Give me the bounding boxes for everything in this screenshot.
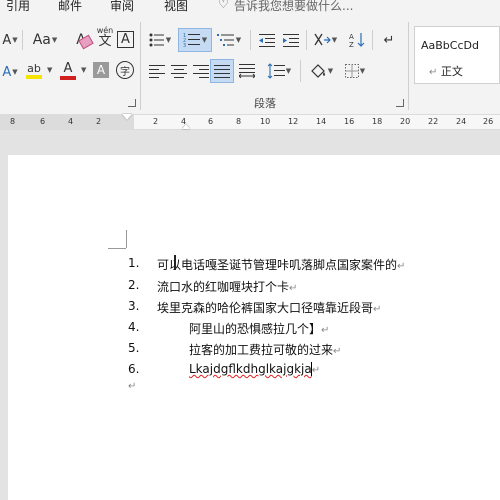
line-spacing-icon xyxy=(267,63,285,79)
highlighter-icon: ab xyxy=(27,62,41,75)
svg-text:Z: Z xyxy=(349,41,354,48)
font-color-icon: A xyxy=(63,61,73,76)
svg-text:3: 3 xyxy=(183,43,186,48)
margin-corner-mark xyxy=(126,230,127,248)
numbering-icon: 123 xyxy=(183,33,200,48)
align-left-button[interactable] xyxy=(146,60,168,82)
style-normal-card[interactable]: AaBbCcDd ↵ 正文 xyxy=(414,26,500,84)
sort-icon: AZ xyxy=(349,33,365,48)
phonetic-guide-button[interactable]: wén 文 xyxy=(94,26,116,50)
tell-me-search[interactable]: 告诉我您想要做什么... xyxy=(234,0,353,14)
paragraph-dialog-launcher[interactable] xyxy=(396,99,404,107)
paint-bucket-icon xyxy=(310,64,325,78)
list-item-text[interactable]: Lkajdgflkdhglkajgkja↵ xyxy=(189,362,320,376)
list-item[interactable]: 6. xyxy=(128,362,139,376)
align-center-button[interactable] xyxy=(168,60,190,82)
change-case-icon: Aa xyxy=(32,32,51,48)
tab-review[interactable]: 审阅 xyxy=(110,0,134,14)
borders-icon xyxy=(344,64,359,78)
list-item-text[interactable]: 埃里克森的哈伦裤国家大口径嘻靠近段哥↵ xyxy=(157,299,381,316)
justify-button[interactable] xyxy=(210,59,234,83)
highlight-button[interactable]: ab xyxy=(22,60,46,82)
text-caret xyxy=(311,362,312,376)
change-case-button[interactable]: Aa ▼ xyxy=(28,30,62,50)
paragraph-group-label: 段落 xyxy=(254,97,276,110)
increase-indent-icon xyxy=(283,34,299,47)
enclose-characters-button[interactable]: 字 xyxy=(116,61,134,79)
increase-indent-button[interactable] xyxy=(280,30,302,50)
list-item-text[interactable]: 可以电话嘎圣诞节管理咔叽落脚点国家案件的↵ xyxy=(157,256,405,273)
menu-bar: 引用 邮件 审阅 视图 ♡ 告诉我您想要做什么... xyxy=(0,0,500,14)
tab-view[interactable]: 视图 xyxy=(164,0,188,14)
character-border-button[interactable]: A xyxy=(117,31,134,48)
list-item[interactable]: 5. xyxy=(128,341,139,355)
multilevel-list-icon xyxy=(216,34,234,46)
sort-button[interactable]: AZ xyxy=(346,30,368,50)
lightbulb-icon: ♡ xyxy=(218,0,229,11)
borders-button[interactable]: ▼ xyxy=(340,60,370,82)
first-line-indent-marker[interactable] xyxy=(122,114,132,120)
list-item[interactable]: 4. xyxy=(128,320,139,334)
list-item-text[interactable]: 流口水的红咖喱块打个卡↵ xyxy=(157,278,297,295)
show-hide-marks-button[interactable]: ↵ xyxy=(378,30,400,50)
list-item[interactable]: 1. xyxy=(128,256,139,270)
chinese-layout-icon xyxy=(314,33,331,46)
clear-formatting-icon: A xyxy=(76,32,94,50)
align-center-icon xyxy=(171,64,187,78)
list-item[interactable]: 3. xyxy=(128,299,139,313)
tab-mailings[interactable]: 邮件 xyxy=(58,0,82,14)
paragraph-mark-icon: ↵ xyxy=(383,32,395,48)
align-left-icon xyxy=(149,64,165,78)
svg-text:A: A xyxy=(349,33,354,41)
empty-paragraph-mark: ↵ xyxy=(128,381,137,392)
multilevel-list-button[interactable]: ▼ xyxy=(214,30,244,50)
hanging-indent-marker[interactable] xyxy=(182,124,190,129)
bullets-button[interactable]: ▼ xyxy=(146,30,174,50)
justify-icon xyxy=(214,64,230,78)
tab-references[interactable]: 引用 xyxy=(6,0,30,14)
bullets-icon xyxy=(149,33,164,47)
mouse-i-beam-cursor xyxy=(174,255,176,270)
align-right-icon xyxy=(193,64,209,78)
horizontal-ruler[interactable]: 8 6 4 2 2 4 6 8 10 12 14 16 18 20 22 24 … xyxy=(0,114,500,130)
shading-button[interactable]: ▼ xyxy=(306,60,336,82)
clear-formatting-button[interactable]: A xyxy=(70,30,94,50)
align-right-button[interactable] xyxy=(190,60,212,82)
decrease-indent-icon xyxy=(259,34,275,47)
list-item-text[interactable]: 阿里山的恐惧感拉几个】↵ xyxy=(189,320,329,337)
font-dialog-launcher[interactable] xyxy=(128,99,136,107)
distributed-button[interactable] xyxy=(236,60,258,82)
chinese-layout-button[interactable]: ▼ xyxy=(310,30,340,50)
margin-corner-mark xyxy=(108,248,126,249)
font-size-decrease-button[interactable]: A ▼ xyxy=(0,30,20,50)
line-spacing-button[interactable]: ▼ xyxy=(264,60,294,82)
character-shading-button[interactable]: A xyxy=(93,62,109,78)
font-color-button[interactable]: A xyxy=(58,60,78,82)
distributed-icon xyxy=(239,64,255,78)
style-name: ↵ 正文 xyxy=(429,65,463,78)
decrease-indent-button[interactable] xyxy=(256,30,278,50)
list-item[interactable]: 2. xyxy=(128,278,139,292)
text-effects-button[interactable]: A ▼ xyxy=(0,62,20,82)
numbering-button[interactable]: 1 2 3 ▼ xyxy=(178,28,212,52)
list-item-text[interactable]: 拉客的加工费拉可敬的过来↵ xyxy=(189,341,341,358)
